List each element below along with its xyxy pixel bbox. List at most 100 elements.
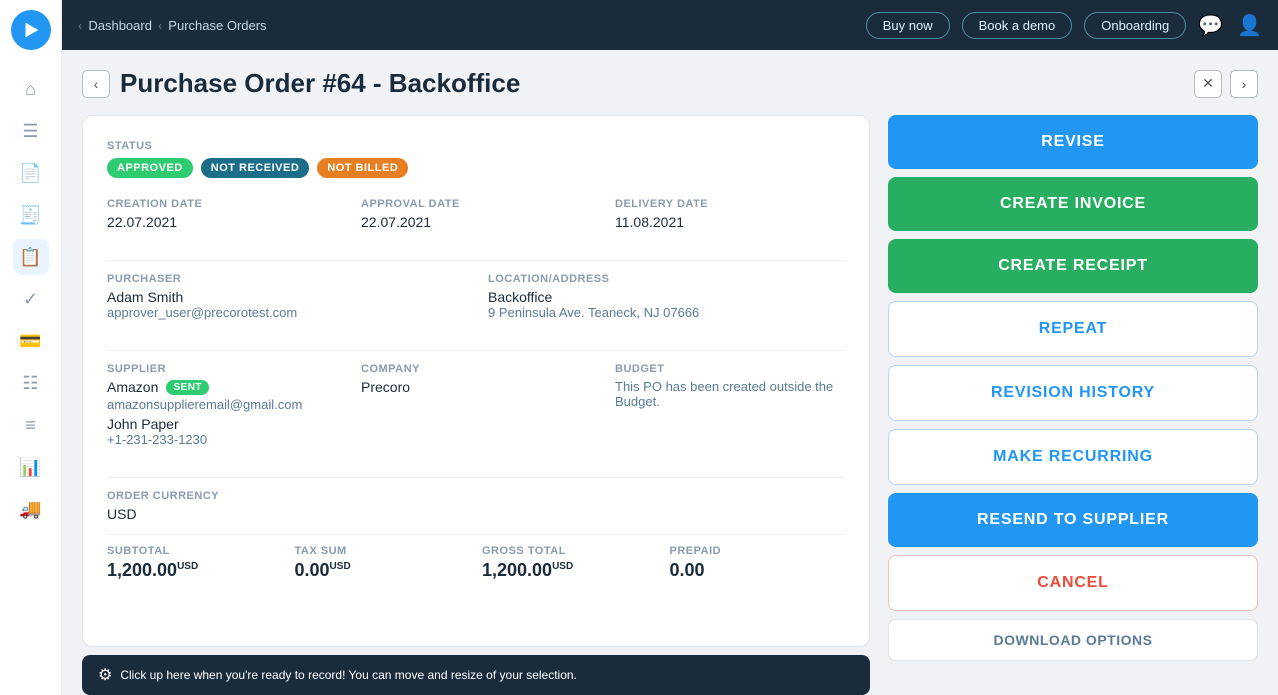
main-area: ‹ Dashboard ‹ Purchase Orders Buy now Bo…: [62, 0, 1278, 695]
currency-label: ORDER CURRENCY: [107, 490, 845, 502]
supplier-sent-badge: SENT: [166, 380, 209, 395]
supplier-section: SUPPLIER Amazon SENT amazonsupplieremail…: [107, 363, 337, 447]
sidebar-item-chart[interactable]: 📊: [13, 449, 49, 485]
supplier-email: amazonsupplieremail@gmail.com: [107, 397, 337, 412]
approval-date-section: APPROVAL DATE 22.07.2021: [361, 198, 591, 230]
status-badge-not-received: NOT RECEIVED: [201, 158, 310, 178]
sidebar-item-check[interactable]: ✓: [13, 281, 49, 317]
revise-button[interactable]: REVISE: [888, 115, 1258, 169]
status-badge-approved: APPROVED: [107, 158, 193, 178]
tax-sum-item: TAX SUM 0.00USD: [295, 545, 471, 581]
approval-date-label: APPROVAL DATE: [361, 198, 591, 210]
left-panel: STATUS APPROVED NOT RECEIVED NOT BILLED …: [82, 115, 870, 695]
gross-total-item: GROSS TOTAL 1,200.00USD: [482, 545, 658, 581]
notifications-icon[interactable]: 💬: [1198, 13, 1223, 38]
onboarding-button[interactable]: Onboarding: [1084, 12, 1186, 39]
creation-date-section: CREATION DATE 22.07.2021: [107, 198, 337, 230]
breadcrumb-purchase-orders[interactable]: Purchase Orders: [168, 18, 266, 33]
supplier-row: SUPPLIER Amazon SENT amazonsupplieremail…: [107, 363, 845, 465]
gross-total-value: 1,200.00USD: [482, 560, 658, 581]
location-name: Backoffice: [488, 289, 845, 305]
create-invoice-button[interactable]: CREATE INVOICE: [888, 177, 1258, 231]
cancel-button[interactable]: CANCEL: [888, 555, 1258, 611]
supplier-contact: John Paper: [107, 416, 337, 432]
tooltip-icon: ⚙: [98, 665, 112, 685]
delivery-date-label: DELIVERY DATE: [615, 198, 845, 210]
make-recurring-button[interactable]: MAKE RECURRING: [888, 429, 1258, 485]
breadcrumb-dashboard[interactable]: Dashboard: [88, 18, 152, 33]
subtotal-label: SUBTOTAL: [107, 545, 283, 557]
prepaid-item: PREPAID 0.00: [670, 545, 846, 581]
book-demo-button[interactable]: Book a demo: [962, 12, 1073, 39]
dates-row: CREATION DATE 22.07.2021 APPROVAL DATE 2…: [107, 198, 845, 248]
sidebar-item-receipt[interactable]: 🧾: [13, 197, 49, 233]
currency-value: USD: [107, 506, 845, 522]
buy-now-button[interactable]: Buy now: [866, 12, 950, 39]
prepaid-label: PREPAID: [670, 545, 846, 557]
budget-label: BUDGET: [615, 363, 845, 375]
purchaser-name: Adam Smith: [107, 289, 464, 305]
supplier-phone: +1-231-233-1230: [107, 432, 337, 447]
topbar-icons: 💬 👤: [1198, 13, 1262, 38]
delivery-date-value: 11.08.2021: [615, 214, 845, 230]
tooltip-banner: ⚙ Click up here when you're ready to rec…: [82, 655, 870, 695]
gross-total-label: GROSS TOTAL: [482, 545, 658, 557]
approval-date-value: 22.07.2021: [361, 214, 591, 230]
sidebar-item-truck[interactable]: 🚚: [13, 491, 49, 527]
budget-section: BUDGET This PO has been created outside …: [615, 363, 845, 447]
company-name: Precoro: [361, 379, 591, 395]
status-badge-not-billed: NOT BILLED: [317, 158, 408, 178]
po-card: STATUS APPROVED NOT RECEIVED NOT BILLED …: [82, 115, 870, 647]
purchaser-email: approver_user@precorotest.com: [107, 305, 464, 320]
sidebar-item-home[interactable]: ⌂: [13, 71, 49, 107]
delivery-date-section: DELIVERY DATE 11.08.2021: [615, 198, 845, 230]
sidebar: ⌂ ☰ 📄 🧾 📋 ✓ 💳 ☷ ≡ 📊 🚚: [0, 0, 62, 695]
purchaser-location-row: PURCHASER Adam Smith approver_user@preco…: [107, 273, 845, 338]
breadcrumb-sep: ‹: [158, 18, 162, 33]
topbar: ‹ Dashboard ‹ Purchase Orders Buy now Bo…: [62, 0, 1278, 50]
repeat-button[interactable]: REPEAT: [888, 301, 1258, 357]
sidebar-item-list[interactable]: ☰: [13, 113, 49, 149]
creation-date-value: 22.07.2021: [107, 214, 337, 230]
sidebar-item-document[interactable]: 📄: [13, 155, 49, 191]
user-icon[interactable]: 👤: [1237, 13, 1262, 38]
sidebar-item-wallet[interactable]: 💳: [13, 323, 49, 359]
budget-text: This PO has been created outside the Bud…: [615, 379, 845, 409]
status-label: STATUS: [107, 140, 845, 152]
status-section: STATUS APPROVED NOT RECEIVED NOT BILLED: [107, 140, 845, 178]
forward-nav-button[interactable]: ›: [1230, 70, 1258, 98]
sidebar-item-menu[interactable]: ≡: [13, 407, 49, 443]
breadcrumb: ‹ Dashboard ‹ Purchase Orders: [78, 18, 854, 33]
right-panel: REVISE CREATE INVOICE CREATE RECEIPT REP…: [888, 115, 1258, 695]
sidebar-item-orders[interactable]: 📋: [13, 239, 49, 275]
location-label: LOCATION/ADDRESS: [488, 273, 845, 285]
currency-section: ORDER CURRENCY USD: [107, 490, 845, 522]
close-button[interactable]: ✕: [1194, 70, 1222, 98]
app-logo[interactable]: [11, 10, 51, 50]
breadcrumb-icon: ‹: [78, 18, 82, 33]
location-address: 9 Peninsula Ave. Teaneck, NJ 07666: [488, 305, 845, 320]
creation-date-label: CREATION DATE: [107, 198, 337, 210]
resend-to-supplier-button[interactable]: RESEND TO SUPPLIER: [888, 493, 1258, 547]
download-options-button[interactable]: DOWNLOAD OPTIONS: [888, 619, 1258, 661]
company-section: COMPANY Precoro: [361, 363, 591, 447]
status-row: APPROVED NOT RECEIVED NOT BILLED: [107, 158, 845, 178]
prepaid-value: 0.00: [670, 560, 846, 581]
totals-row: SUBTOTAL 1,200.00USD TAX SUM 0.00USD: [107, 545, 845, 581]
supplier-name: Amazon: [107, 379, 158, 395]
tooltip-text: Click up here when you're ready to recor…: [120, 668, 577, 682]
supplier-label: SUPPLIER: [107, 363, 337, 375]
page-nav-right: ✕ ›: [1194, 70, 1258, 98]
page-title: Purchase Order #64 - Backoffice: [120, 68, 520, 99]
revision-history-button[interactable]: REVISION HISTORY: [888, 365, 1258, 421]
location-section: LOCATION/ADDRESS Backoffice 9 Peninsula …: [488, 273, 845, 320]
subtotal-value: 1,200.00USD: [107, 560, 283, 581]
supplier-name-line: Amazon SENT: [107, 379, 337, 395]
company-label: COMPANY: [361, 363, 591, 375]
tax-sum-label: TAX SUM: [295, 545, 471, 557]
back-nav-button[interactable]: ‹: [82, 70, 110, 98]
page-header: ‹ Purchase Order #64 - Backoffice ✕ ›: [82, 68, 1258, 99]
create-receipt-button[interactable]: CREATE RECEIPT: [888, 239, 1258, 293]
sidebar-item-bank[interactable]: ☷: [13, 365, 49, 401]
purchaser-label: PURCHASER: [107, 273, 464, 285]
